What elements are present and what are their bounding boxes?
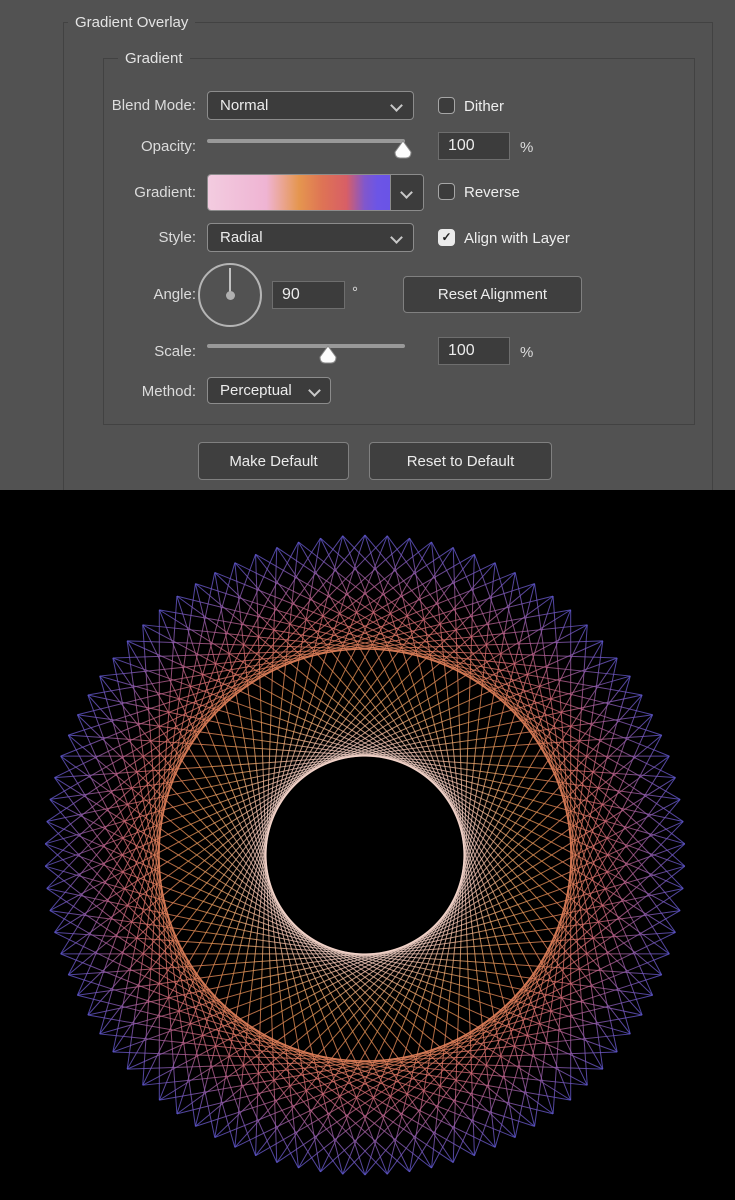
opacity-slider-thumb[interactable] — [393, 140, 413, 160]
opacity-unit: % — [520, 139, 534, 156]
scale-label: Scale: — [154, 343, 196, 360]
reset-alignment-button[interactable]: Reset Alignment — [403, 276, 582, 313]
align-with-layer-label: Align with Layer — [464, 230, 570, 247]
method-select[interactable]: Perceptual — [207, 377, 331, 404]
gradient-preview[interactable] — [208, 175, 390, 210]
gradient-picker[interactable] — [207, 174, 424, 211]
style-label: Style: — [158, 229, 196, 246]
scale-slider-track[interactable] — [207, 344, 405, 348]
gradient-overlay-panel: Gradient Overlay Gradient Blend Mode: No… — [0, 0, 735, 490]
chevron-down-icon — [308, 383, 321, 397]
gradient-overlay-title: Gradient Overlay — [68, 14, 196, 31]
spirograph-pattern — [44, 534, 686, 1176]
blend-mode-select[interactable]: Normal — [207, 91, 414, 120]
angle-label: Angle: — [153, 286, 196, 303]
gradient-group-title: Gradient — [118, 50, 190, 67]
method-label: Method: — [141, 383, 196, 400]
angle-input[interactable] — [272, 281, 345, 309]
angle-dial[interactable] — [198, 263, 262, 327]
scale-slider-thumb[interactable] — [318, 345, 338, 365]
align-with-layer-checkbox[interactable]: ✓ — [438, 229, 455, 246]
style-value: Radial — [220, 229, 263, 246]
reverse-checkbox[interactable] — [438, 183, 455, 200]
angle-unit: ° — [352, 284, 358, 301]
blend-mode-label: Blend Mode: — [111, 97, 196, 114]
scale-input[interactable] — [438, 337, 510, 365]
dither-label: Dither — [464, 98, 505, 115]
opacity-slider-track[interactable] — [207, 139, 405, 143]
gradient-label: Gradient: — [134, 184, 196, 201]
chevron-down-icon — [400, 185, 413, 199]
scale-unit: % — [520, 344, 534, 361]
angle-dial-center-dot — [225, 290, 235, 300]
chevron-down-icon — [390, 98, 403, 112]
make-default-button[interactable]: Make Default — [198, 442, 349, 480]
opacity-label: Opacity: — [140, 138, 196, 155]
reset-to-default-button[interactable]: Reset to Default — [369, 442, 552, 480]
dither-checkbox[interactable] — [438, 97, 455, 114]
opacity-input[interactable] — [438, 132, 510, 160]
method-value: Perceptual — [220, 382, 292, 399]
style-select[interactable]: Radial — [207, 223, 414, 252]
reverse-label: Reverse — [464, 184, 520, 201]
gradient-picker-arrow[interactable] — [390, 175, 423, 210]
chevron-down-icon — [390, 230, 403, 244]
blend-mode-value: Normal — [220, 97, 269, 114]
document-canvas[interactable] — [0, 490, 735, 1200]
